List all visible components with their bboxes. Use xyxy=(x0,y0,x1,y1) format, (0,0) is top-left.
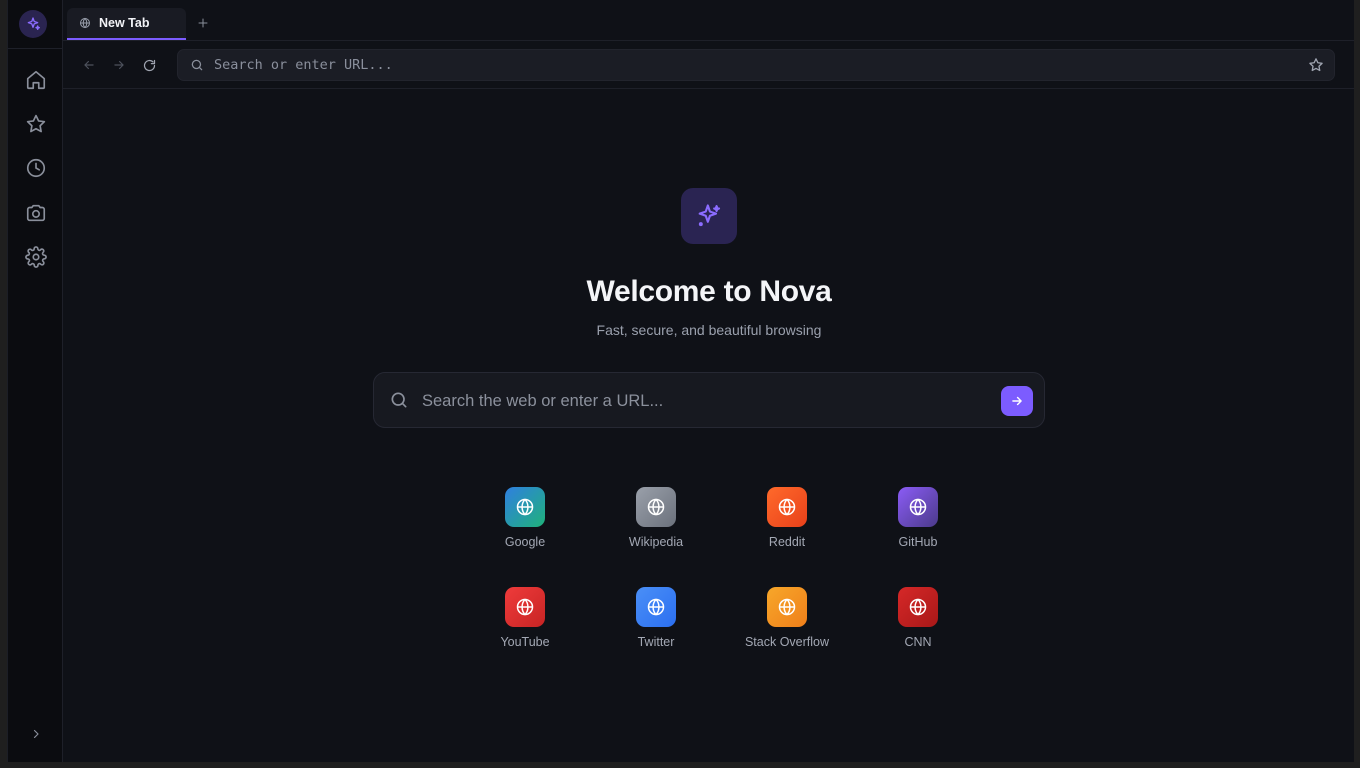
quick-link-icon xyxy=(505,487,545,527)
quick-link-label: Reddit xyxy=(768,535,806,549)
quick-link-label: Stack Overflow xyxy=(744,635,830,649)
new-tab-page: Welcome to Nova Fast, secure, and beauti… xyxy=(63,89,1354,762)
sidebar-item-history[interactable] xyxy=(22,154,50,182)
quick-link-icon xyxy=(767,487,807,527)
quick-link-label: CNN xyxy=(904,635,932,649)
arrow-right-icon xyxy=(114,60,124,70)
quick-link-icon xyxy=(636,587,676,627)
home-icon xyxy=(26,70,46,90)
sidebar-item-screenshot[interactable] xyxy=(22,199,50,227)
new-tab-button[interactable] xyxy=(194,14,212,32)
quick-link-label: YouTube xyxy=(500,635,550,649)
quick-link-icon xyxy=(636,487,676,527)
page-subtitle: Fast, secure, and beautiful browsing xyxy=(596,322,822,338)
sparkles-icon xyxy=(681,188,737,244)
tab-strip: New Tab xyxy=(63,0,1354,41)
quick-link-wikipedia[interactable]: Wikipedia xyxy=(606,487,706,567)
quick-link-github[interactable]: GitHub xyxy=(868,487,968,567)
quick-link-twitter[interactable]: Twitter xyxy=(606,587,706,667)
quick-link-label: Google xyxy=(504,535,546,549)
chevron-right-icon xyxy=(33,729,39,739)
globe-icon xyxy=(80,17,90,29)
quick-link-label: Wikipedia xyxy=(628,535,684,549)
reload-icon xyxy=(143,59,155,71)
reload-button[interactable] xyxy=(139,55,159,75)
quick-link-stack-overflow[interactable]: Stack Overflow xyxy=(737,587,837,667)
forward-button[interactable] xyxy=(109,55,129,75)
arrow-right-icon xyxy=(1012,396,1022,406)
search-icon xyxy=(391,392,407,408)
sidebar xyxy=(8,0,63,762)
search-box[interactable] xyxy=(373,372,1045,428)
sidebar-item-home[interactable] xyxy=(22,66,50,94)
sidebar-collapse-button[interactable] xyxy=(26,724,46,744)
globe-icon xyxy=(778,498,796,516)
quick-link-reddit[interactable]: Reddit xyxy=(737,487,837,567)
sidebar-item-bookmarks[interactable] xyxy=(22,110,50,138)
quick-link-label: GitHub xyxy=(898,535,938,549)
bookmark-star-icon[interactable] xyxy=(1308,57,1324,73)
search-icon xyxy=(191,59,203,71)
quick-link-cnn[interactable]: CNN xyxy=(868,587,968,667)
quick-link-icon xyxy=(898,487,938,527)
globe-icon xyxy=(778,598,796,616)
sidebar-divider xyxy=(8,48,63,49)
star-icon xyxy=(26,114,46,133)
quick-link-icon xyxy=(898,587,938,627)
history-icon xyxy=(26,158,46,178)
address-bar[interactable] xyxy=(177,49,1335,81)
quick-link-label: Twitter xyxy=(637,635,675,649)
back-button[interactable] xyxy=(79,55,99,75)
globe-icon xyxy=(647,498,665,516)
quick-link-youtube[interactable]: YouTube xyxy=(475,587,575,667)
globe-icon xyxy=(516,498,534,516)
page-title: Welcome to Nova xyxy=(586,275,832,308)
plus-icon xyxy=(198,18,208,28)
globe-icon xyxy=(909,498,927,516)
browser-window: New Tab Search or enter URL... Welcome t… xyxy=(7,0,1354,762)
url-input[interactable] xyxy=(214,54,1294,76)
sidebar-item-settings[interactable] xyxy=(22,243,50,271)
search-submit-button[interactable] xyxy=(1001,386,1033,416)
globe-icon xyxy=(647,598,665,616)
settings-icon xyxy=(25,246,47,268)
quick-link-icon xyxy=(767,587,807,627)
arrow-left-icon xyxy=(84,60,94,70)
tab-new-tab[interactable]: New Tab xyxy=(67,8,186,40)
quick-link-icon xyxy=(505,587,545,627)
toolbar xyxy=(63,41,1354,89)
search-input[interactable] xyxy=(422,387,982,415)
camera-icon xyxy=(26,204,46,222)
quick-link-google[interactable]: Google xyxy=(475,487,575,567)
globe-icon xyxy=(516,598,534,616)
sparkles-icon[interactable] xyxy=(19,10,47,38)
tab-title: New Tab xyxy=(99,16,150,30)
globe-icon xyxy=(909,598,927,616)
